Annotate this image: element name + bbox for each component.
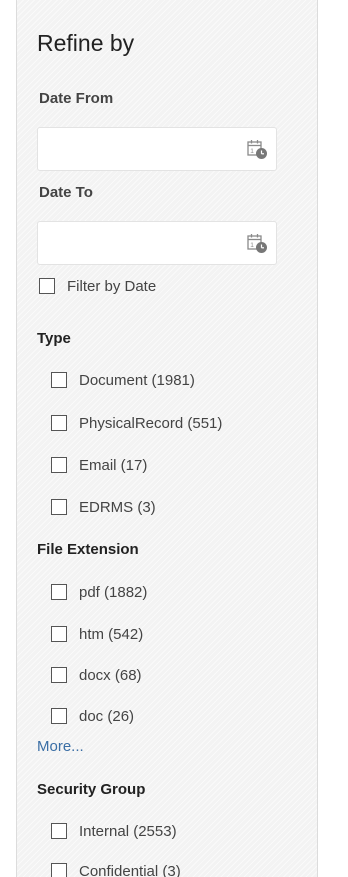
facet-label: Confidential (3) <box>79 862 181 877</box>
facet-checkbox[interactable] <box>51 584 67 600</box>
filter-by-date-row[interactable]: Filter by Date <box>39 276 156 296</box>
facet-label: pdf (1882) <box>79 583 148 601</box>
facet-checkbox[interactable] <box>51 863 67 877</box>
date-from-field: 1 <box>37 127 277 171</box>
section-heading-type: Type <box>37 330 71 347</box>
facet-checkbox[interactable] <box>51 626 67 642</box>
facet-checkbox[interactable] <box>51 372 67 388</box>
facet-label: Email (17) <box>79 456 148 474</box>
date-from-input[interactable] <box>38 128 238 170</box>
filter-by-date-label: Filter by Date <box>67 277 157 295</box>
facet-checkbox[interactable] <box>51 823 67 839</box>
calendar-icon[interactable]: 1 <box>246 138 268 160</box>
section-heading-security-group: Security Group <box>37 781 146 798</box>
facet-item-document[interactable]: Document (1981) <box>51 370 195 390</box>
file-extension-more-link[interactable]: More... <box>37 738 84 755</box>
facet-checkbox[interactable] <box>51 457 67 473</box>
panel-title: Refine by <box>37 30 135 56</box>
facet-label: docx (68) <box>79 666 142 684</box>
facet-item-physicalrecord[interactable]: PhysicalRecord (551) <box>51 413 222 433</box>
facet-checkbox[interactable] <box>51 415 67 431</box>
facet-checkbox[interactable] <box>51 708 67 724</box>
facet-label: Internal (2553) <box>79 822 177 840</box>
facet-item-htm[interactable]: htm (542) <box>51 624 143 644</box>
section-heading-file-extension: File Extension <box>37 541 139 558</box>
facet-item-internal[interactable]: Internal (2553) <box>51 821 177 841</box>
facet-checkbox[interactable] <box>51 667 67 683</box>
facet-item-confidential[interactable]: Confidential (3) <box>51 861 181 877</box>
date-to-label: Date To <box>39 184 93 201</box>
svg-text:1: 1 <box>250 148 254 155</box>
facet-label: EDRMS (3) <box>79 498 156 516</box>
facet-item-pdf[interactable]: pdf (1882) <box>51 582 147 602</box>
refine-panel: Refine by Date From 1 Date To 1 Filter b… <box>16 0 318 877</box>
facet-label: PhysicalRecord (551) <box>79 414 223 432</box>
facet-checkbox[interactable] <box>51 499 67 515</box>
facet-item-edrms[interactable]: EDRMS (3) <box>51 497 156 517</box>
date-to-input[interactable] <box>38 222 238 264</box>
facet-item-email[interactable]: Email (17) <box>51 455 147 475</box>
date-from-label: Date From <box>39 90 114 107</box>
calendar-icon[interactable]: 1 <box>246 232 268 254</box>
filter-by-date-checkbox[interactable] <box>39 278 55 294</box>
svg-text:1: 1 <box>250 242 254 249</box>
facet-label: Document (1981) <box>79 371 195 389</box>
facet-item-doc[interactable]: doc (26) <box>51 706 134 726</box>
facet-item-docx[interactable]: docx (68) <box>51 665 142 685</box>
facet-label: doc (26) <box>79 707 135 725</box>
date-to-field: 1 <box>37 221 277 265</box>
facet-label: htm (542) <box>79 625 144 643</box>
